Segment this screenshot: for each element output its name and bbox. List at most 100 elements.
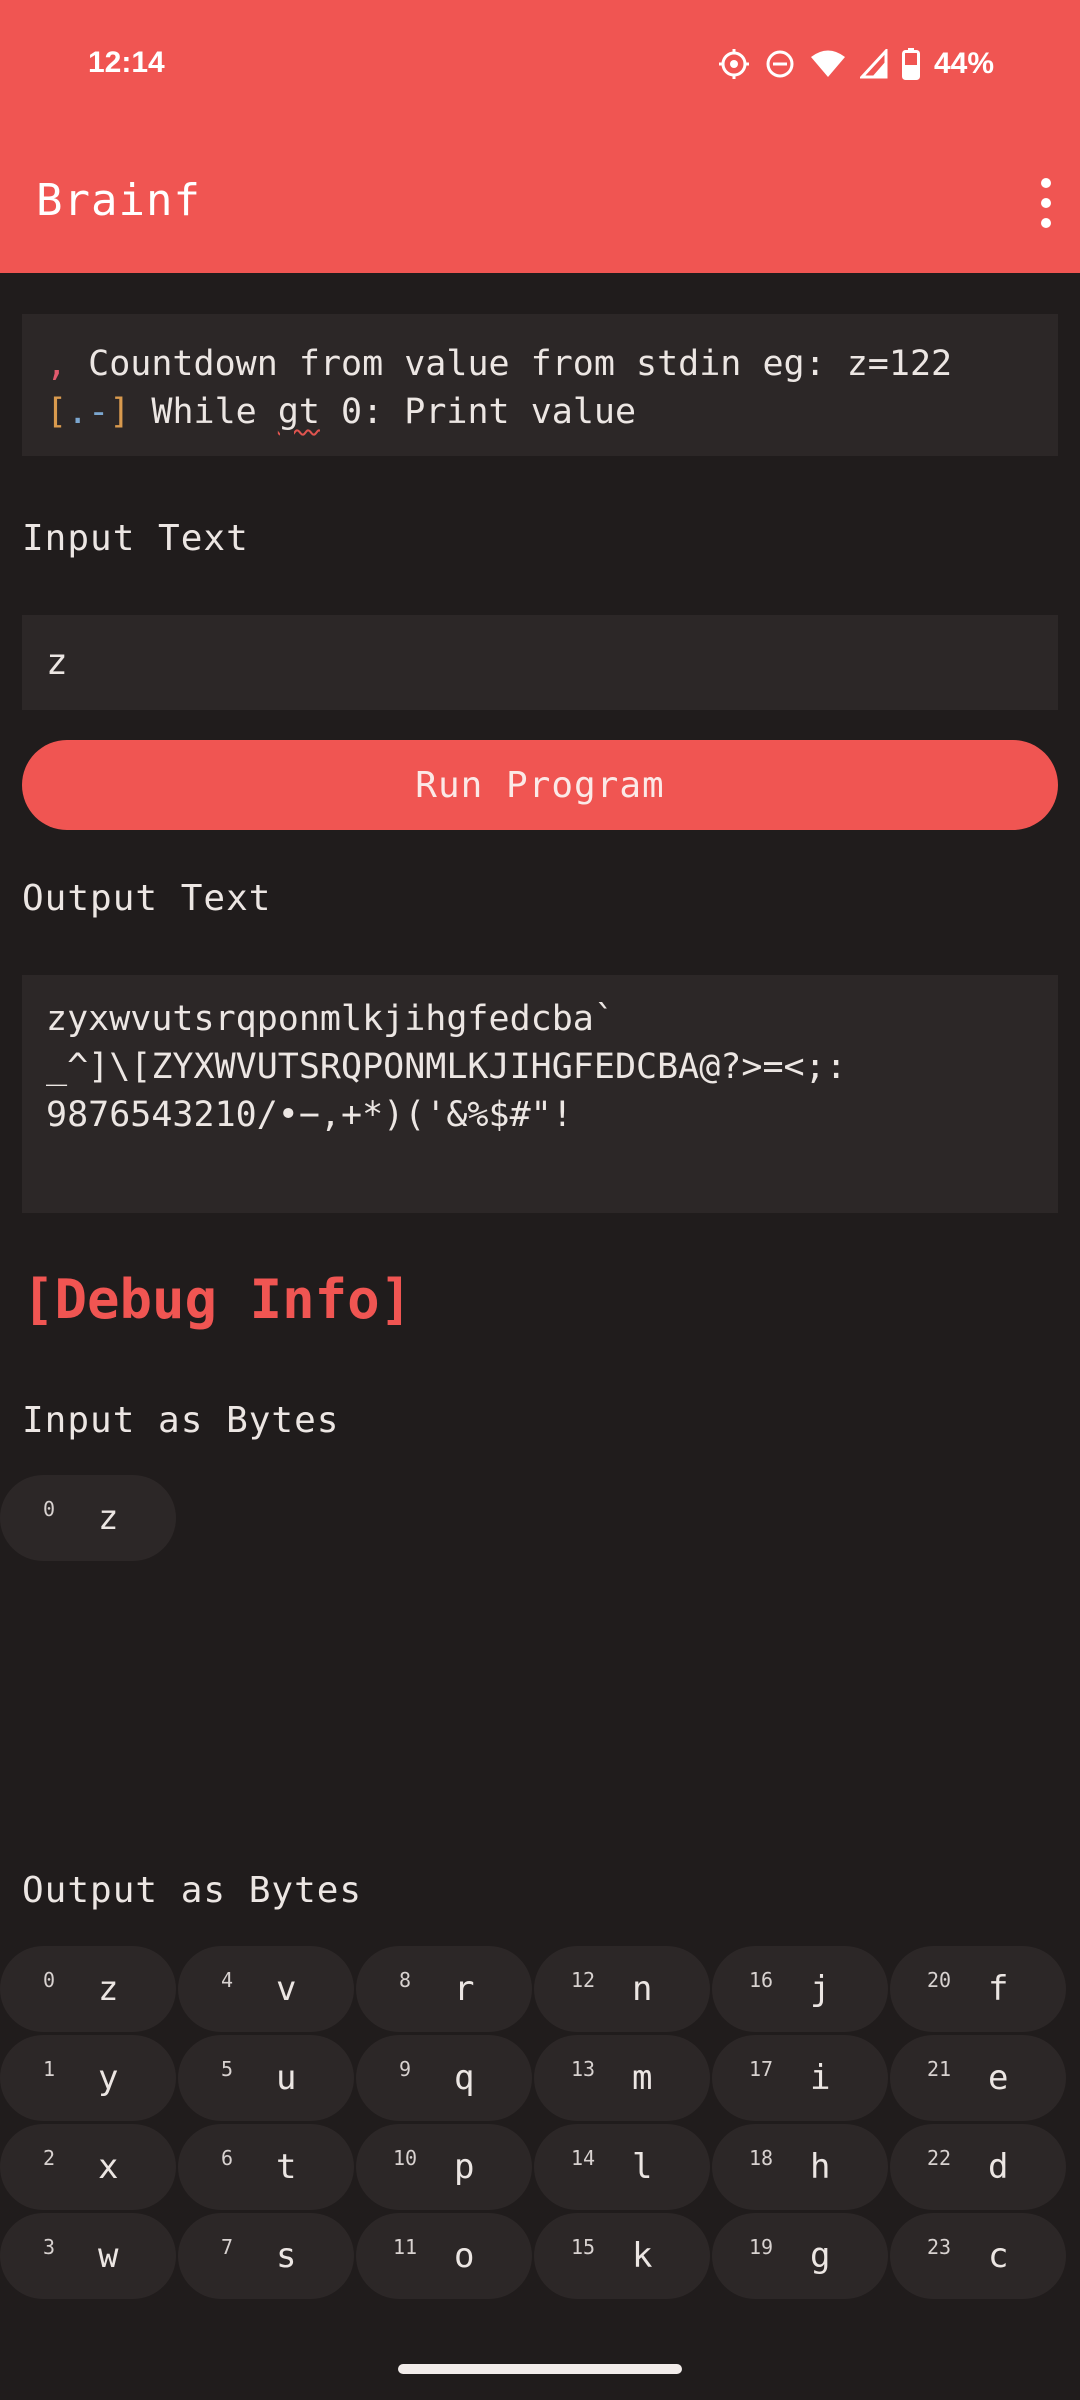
output-byte-chip[interactable]: 13 m: [534, 2035, 710, 2121]
byte-char: c: [988, 2236, 1009, 2276]
output-byte-chip[interactable]: 23 c: [890, 2213, 1066, 2299]
program-code-editor[interactable]: , Countdown from value from stdin eg: z=…: [22, 314, 1058, 456]
byte-char: v: [276, 1969, 297, 2009]
byte-index: 2: [42, 2146, 56, 2170]
code-token-dot: .: [67, 392, 89, 432]
byte-index: 7: [220, 2235, 234, 2259]
output-line: 9876543210/•−,+*)('&%$#"!: [46, 1095, 573, 1135]
byte-index: 8: [398, 1968, 412, 1992]
byte-char: k: [632, 2236, 653, 2276]
output-byte-chip[interactable]: 2x: [0, 2124, 176, 2210]
byte-char: d: [988, 2147, 1009, 2187]
code-token-open-bracket: [: [46, 392, 68, 432]
byte-index: 14: [570, 2146, 596, 2170]
byte-char: j: [810, 1969, 831, 2009]
byte-char: h: [810, 2147, 831, 2187]
output-byte-chip[interactable]: 0z: [0, 1946, 176, 2032]
output-byte-chip[interactable]: 22 d: [890, 2124, 1066, 2210]
byte-char: q: [454, 2058, 475, 2098]
output-text-area[interactable]: zyxwvutsrqponmlkjihgfedcba` _^]\[ZYXWVUT…: [22, 975, 1058, 1213]
do-not-disturb-icon: [766, 50, 794, 78]
output-byte-chip[interactable]: 10 p: [356, 2124, 532, 2210]
app-bar: 12:14 44% Brainf: [0, 0, 1080, 273]
output-line: zyxwvutsrqponmlkjihgfedcba`: [46, 999, 615, 1039]
output-byte-chip[interactable]: 6t: [178, 2124, 354, 2210]
output-byte-chip[interactable]: 7s: [178, 2213, 354, 2299]
output-byte-chip[interactable]: 18 h: [712, 2124, 888, 2210]
byte-index: 18: [748, 2146, 774, 2170]
cell-signal-icon: [859, 49, 888, 79]
byte-char: s: [276, 2236, 297, 2276]
byte-index: 23: [926, 2235, 952, 2259]
code-token-comma: ,: [46, 344, 68, 384]
output-byte-chip[interactable]: 17 i: [712, 2035, 888, 2121]
byte-char: l: [632, 2147, 653, 2187]
location-crosshair-icon: [718, 49, 749, 79]
code-token-close-bracket: ]: [109, 392, 131, 432]
byte-index: 3: [42, 2235, 56, 2259]
app-title: Brainf: [36, 175, 201, 226]
byte-char: e: [988, 2058, 1009, 2098]
output-text-label: Output Text: [22, 878, 272, 919]
byte-index: 1: [42, 2057, 56, 2081]
battery-percent: 44%: [933, 47, 994, 80]
output-byte-chip[interactable]: 14 l: [534, 2124, 710, 2210]
output-byte-chip[interactable]: 4v: [178, 1946, 354, 2032]
byte-index: 20: [926, 1968, 952, 1992]
byte-index: 12: [570, 1968, 596, 1992]
input-text-label: Input Text: [22, 518, 249, 559]
output-byte-chip[interactable]: 9q: [356, 2035, 532, 2121]
byte-index: 0: [42, 1968, 56, 1992]
byte-char: o: [454, 2236, 475, 2276]
byte-char: f: [988, 1969, 1009, 2009]
byte-index: 19: [748, 2235, 774, 2259]
byte-index: 4: [220, 1968, 234, 1992]
gesture-navigation-bar[interactable]: [398, 2364, 682, 2374]
code-comment-line1: Countdown from value from stdin eg: z=12…: [67, 344, 953, 384]
output-byte-chip[interactable]: 5u: [178, 2035, 354, 2121]
overflow-menu-icon[interactable]: [1034, 178, 1058, 228]
output-byte-chip[interactable]: 19 g: [712, 2213, 888, 2299]
byte-char: x: [98, 2147, 119, 2187]
input-bytes-label: Input as Bytes: [22, 1400, 340, 1441]
byte-index: 5: [220, 2057, 234, 2081]
byte-char: t: [276, 2147, 297, 2187]
byte-char: y: [98, 2058, 119, 2098]
battery-icon: [901, 48, 920, 80]
byte-index: 0: [42, 1497, 56, 1521]
output-byte-chip[interactable]: 16 j: [712, 1946, 888, 2032]
output-byte-chip[interactable]: 21 e: [890, 2035, 1066, 2121]
output-byte-chip[interactable]: 20 f: [890, 1946, 1066, 2032]
output-line: _^]\[ZYXWVUTSRQPONMLKJIHGFEDCBA@?>=<;:: [46, 1047, 847, 1087]
byte-char: i: [810, 2058, 831, 2098]
input-text-value: z: [46, 642, 68, 683]
byte-index: 22: [926, 2146, 952, 2170]
input-text-field[interactable]: z: [22, 615, 1058, 710]
byte-index: 21: [926, 2057, 952, 2081]
byte-char: n: [632, 1969, 653, 2009]
output-byte-chip[interactable]: 12 n: [534, 1946, 710, 2032]
output-byte-chip[interactable]: 8r: [356, 1946, 532, 2032]
output-bytes-label: Output as Bytes: [22, 1870, 363, 1911]
byte-index: 10: [392, 2146, 418, 2170]
input-byte-chip[interactable]: 0 z: [0, 1475, 176, 1561]
byte-index: 6: [220, 2146, 234, 2170]
byte-char: w: [98, 2236, 119, 2276]
byte-char: z: [98, 1498, 119, 1538]
output-byte-chip[interactable]: 11 o: [356, 2213, 532, 2299]
status-icons: 44%: [718, 44, 994, 84]
byte-char: z: [98, 1969, 119, 2009]
output-byte-chip[interactable]: 1y: [0, 2035, 176, 2121]
debug-info-heading: [Debug Info]: [22, 1268, 413, 1331]
wifi-icon: [810, 50, 845, 77]
output-byte-chip[interactable]: 3w: [0, 2213, 176, 2299]
run-program-button[interactable]: Run Program: [22, 740, 1058, 830]
output-byte-chip[interactable]: 15 k: [534, 2213, 710, 2299]
byte-index: 17: [748, 2057, 774, 2081]
byte-index: 13: [570, 2057, 596, 2081]
byte-index: 15: [570, 2235, 596, 2259]
byte-char: r: [454, 1969, 475, 2009]
status-time: 12:14: [88, 46, 165, 79]
byte-char: u: [276, 2058, 297, 2098]
byte-char: m: [632, 2058, 653, 2098]
